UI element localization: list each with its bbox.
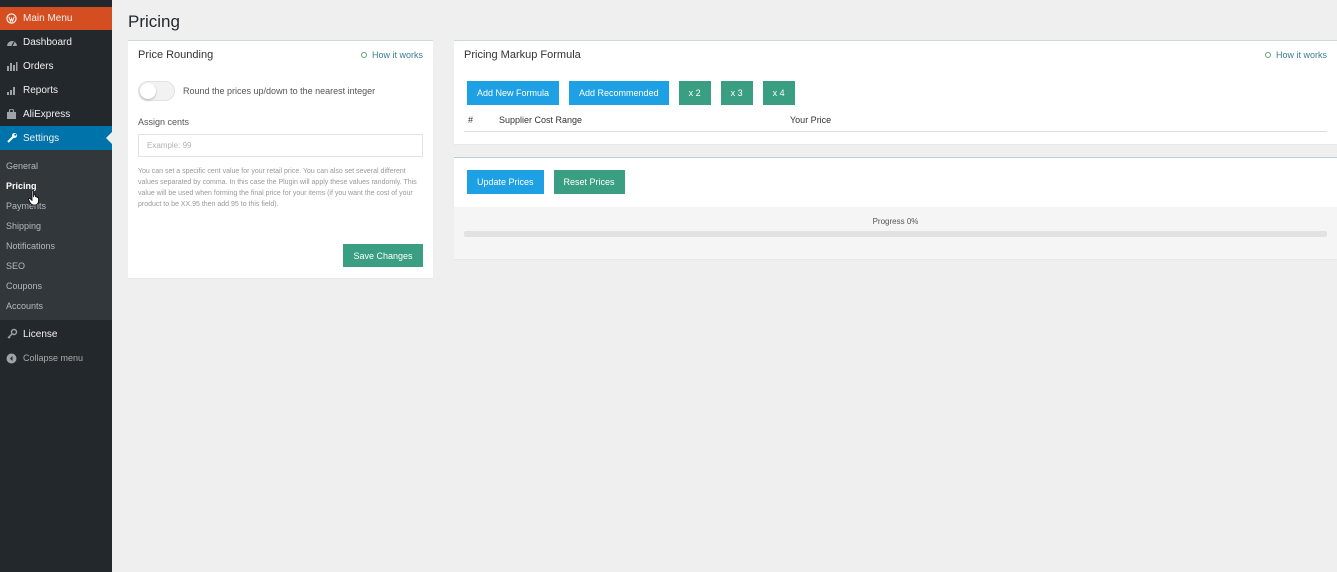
- sidebar-item-label: Settings: [23, 132, 60, 144]
- sidebar-item-dashboard[interactable]: Dashboard: [0, 30, 112, 54]
- main-menu-label: Main Menu: [23, 13, 73, 24]
- multiply-x2-button[interactable]: x 2: [678, 81, 711, 105]
- round-prices-toggle[interactable]: [138, 81, 175, 101]
- rounding-toggle-row: Round the prices up/down to the nearest …: [128, 81, 433, 101]
- orders-icon: [5, 60, 18, 73]
- sidebar-item-label: Orders: [23, 60, 54, 72]
- multiply-x3-button[interactable]: x 3: [720, 81, 753, 105]
- aliexpress-icon: [5, 108, 18, 121]
- add-recommended-button[interactable]: Add Recommended: [569, 81, 669, 105]
- round-prices-label: Round the prices up/down to the nearest …: [183, 86, 376, 96]
- circle-icon: [360, 52, 367, 58]
- column-header-your-price: Your Price: [790, 115, 832, 125]
- sidebar-item-label: License: [23, 328, 58, 340]
- collapse-menu-label: Collapse menu: [23, 353, 84, 363]
- card-header: Pricing Markup Formula How it works: [454, 41, 1337, 69]
- save-changes-button[interactable]: Save Changes: [343, 244, 423, 267]
- how-it-works-link[interactable]: How it works: [1264, 50, 1327, 60]
- collapse-icon: [5, 352, 18, 365]
- price-rounding-card: Price Rounding How it works Round the pr…: [128, 40, 433, 278]
- submenu-item-shipping[interactable]: Shipping: [0, 216, 112, 236]
- update-button-row: Update Prices Reset Prices: [454, 170, 1337, 194]
- settings-submenu: General Pricing Payments Shipping Notifi…: [0, 150, 112, 320]
- add-new-formula-button[interactable]: Add New Formula: [467, 81, 560, 105]
- update-prices-button[interactable]: Update Prices: [467, 170, 544, 194]
- sidebar-item-orders[interactable]: Orders: [0, 54, 112, 78]
- column-header-index: #: [468, 115, 474, 125]
- update-prices-card: Update Prices Reset Prices Progress 0%: [454, 157, 1337, 259]
- sidebar-item-label: Reports: [23, 84, 59, 96]
- progress-bar: [464, 231, 1327, 237]
- pricing-markup-card: Pricing Markup Formula How it works Add …: [454, 40, 1337, 144]
- reports-icon: [5, 84, 18, 97]
- submenu-item-seo[interactable]: SEO: [0, 256, 112, 276]
- card-title: Price Rounding: [138, 49, 214, 61]
- submenu-item-payments[interactable]: Payments: [0, 196, 112, 216]
- circle-icon: [1264, 52, 1271, 58]
- sidebar-item-license[interactable]: License: [0, 322, 112, 346]
- sidebar-item-settings[interactable]: Settings: [0, 126, 112, 150]
- column-header-cost-range: Supplier Cost Range: [499, 115, 583, 125]
- submenu-item-notifications[interactable]: Notifications: [0, 236, 112, 256]
- key-icon: [5, 328, 18, 341]
- cents-help-text: You can set a specific cent value for yo…: [138, 168, 417, 208]
- toggle-knob: [140, 83, 156, 99]
- formula-button-row: Add New Formula Add Recommended x 2 x 3 …: [454, 81, 1337, 105]
- sidebar-item-label: Dashboard: [23, 36, 72, 48]
- dashboard-icon: [5, 36, 18, 49]
- submenu-item-general[interactable]: General: [0, 156, 112, 176]
- hand-cursor-icon: [28, 190, 39, 206]
- main-menu-item[interactable]: Main Menu: [0, 7, 112, 30]
- collapse-menu-button[interactable]: Collapse menu: [0, 346, 112, 370]
- admin-sidebar: Main Menu Dashboard Orders Reports AliEx…: [0, 0, 112, 572]
- card-header: Price Rounding How it works: [128, 41, 433, 69]
- progress-section: Progress 0%: [454, 207, 1337, 259]
- submenu-item-coupons[interactable]: Coupons: [0, 276, 112, 296]
- reset-prices-button[interactable]: Reset Prices: [553, 170, 625, 194]
- sidebar-item-label: AliExpress: [23, 108, 71, 120]
- multiply-x4-button[interactable]: x 4: [762, 81, 795, 105]
- submenu-item-accounts[interactable]: Accounts: [0, 296, 112, 316]
- submenu-item-pricing[interactable]: Pricing: [0, 176, 112, 196]
- page-title: Pricing: [128, 12, 180, 31]
- wrench-icon: [5, 132, 18, 145]
- sidebar-item-reports[interactable]: Reports: [0, 78, 112, 102]
- formula-table-header: # Supplier Cost Range Your Price: [464, 115, 1327, 132]
- assign-cents-label: Assign cents: [138, 117, 190, 127]
- assign-cents-input[interactable]: [138, 134, 423, 157]
- how-it-works-link[interactable]: How it works: [360, 50, 423, 60]
- how-it-works-label: How it works: [371, 50, 423, 60]
- card-title: Pricing Markup Formula: [464, 49, 581, 61]
- how-it-works-label: How it works: [1275, 50, 1327, 60]
- wordpress-icon: [5, 12, 18, 25]
- progress-label: Progress 0%: [872, 217, 919, 226]
- sidebar-item-aliexpress[interactable]: AliExpress: [0, 102, 112, 126]
